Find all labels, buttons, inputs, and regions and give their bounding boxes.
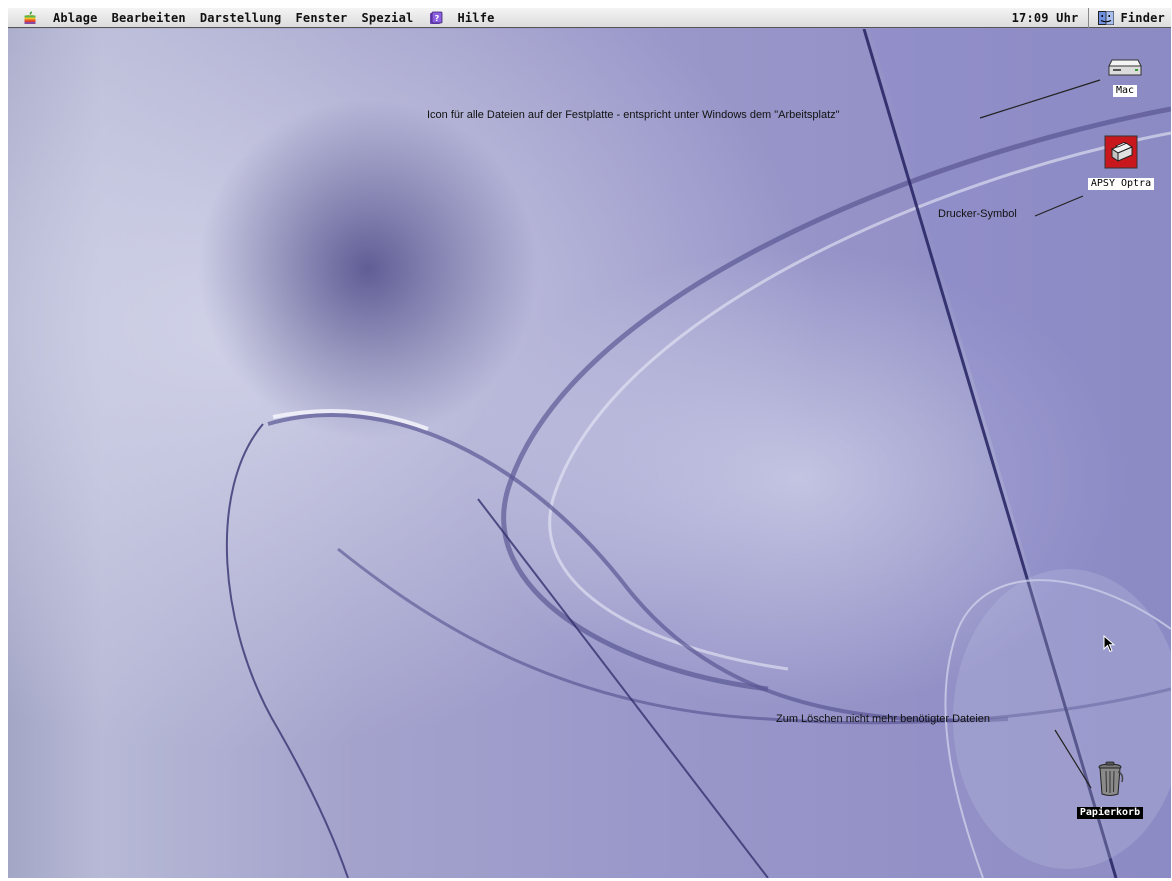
printer-icon	[1104, 135, 1138, 169]
desktop-wallpaper	[8, 29, 1171, 878]
svg-text:?: ?	[435, 14, 440, 23]
help-icon[interactable]: ?	[429, 11, 443, 25]
trash-icon	[1098, 761, 1124, 796]
application-menu[interactable]: Finder	[1089, 10, 1171, 25]
desktop-icon-printer[interactable]: APSY Optra	[1087, 135, 1155, 190]
menu-hilfe[interactable]: Hilfe	[457, 11, 494, 25]
hard-disk-annotation: Icon für alle Dateien auf der Festplatte…	[427, 109, 840, 121]
apple-icon[interactable]	[23, 11, 37, 25]
printer-annotation: Drucker-Symbol	[938, 208, 1017, 220]
menu-fenster[interactable]: Fenster	[295, 11, 347, 25]
mouse-pointer-icon	[1103, 635, 1115, 653]
application-name: Finder	[1120, 10, 1165, 25]
trash-annotation: Zum Löschen nicht mehr benötigter Dateie…	[776, 713, 991, 725]
menubar-right: 17:09 Uhr Finder	[1012, 8, 1171, 28]
trash-label: Papierkorb	[1076, 807, 1144, 819]
menu-bar: Ablage Bearbeiten Darstellung Fenster Sp…	[8, 8, 1171, 28]
menu-darstellung[interactable]: Darstellung	[200, 11, 282, 25]
menu-bearbeiten[interactable]: Bearbeiten	[112, 11, 186, 25]
desktop-icon-trash[interactable]: Papierkorb	[1074, 758, 1146, 819]
menu-ablage[interactable]: Ablage	[53, 11, 98, 25]
desktop-screen: Ablage Bearbeiten Darstellung Fenster Sp…	[8, 8, 1171, 878]
finder-icon	[1098, 10, 1115, 25]
desktop-icon-hard-disk[interactable]: Mac	[1105, 52, 1145, 97]
hard-disk-icon	[1108, 59, 1142, 76]
printer-label: APSY Optra	[1087, 178, 1155, 190]
menu-spezial[interactable]: Spezial	[361, 11, 413, 25]
hard-disk-label: Mac	[1112, 85, 1138, 97]
menubar-clock[interactable]: 17:09 Uhr	[1012, 8, 1090, 28]
